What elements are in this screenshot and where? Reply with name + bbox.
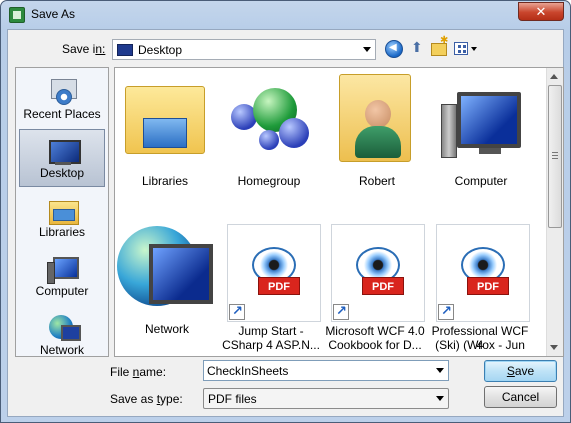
- item-label-line2: Cookbook for D...: [328, 338, 422, 352]
- place-label: Network: [39, 343, 84, 357]
- up-folder-icon[interactable]: [409, 39, 427, 58]
- item-homegroup[interactable]: Homegroup: [219, 68, 319, 188]
- item-robert[interactable]: Robert: [327, 68, 427, 188]
- window-title: Save As: [31, 7, 76, 21]
- cancel-button[interactable]: Cancel: [484, 386, 557, 408]
- save-as-type-label: Save as type:: [110, 392, 183, 406]
- item-label: Robert: [358, 174, 396, 188]
- back-arrow-icon[interactable]: [385, 40, 403, 58]
- dialog-body: Save in: Desktop Recent Places Desktop L…: [7, 29, 564, 417]
- chevron-down-icon[interactable]: [436, 396, 444, 401]
- network-globe-icon: [117, 226, 217, 316]
- save-in-combo[interactable]: Desktop: [112, 39, 376, 60]
- item-label: Network: [144, 322, 189, 336]
- item-label: Libraries: [141, 174, 189, 188]
- item-label-line1: Jump Start -: [238, 324, 304, 338]
- save-in-label: Save in:: [62, 42, 106, 56]
- item-pdf-wcf-cookbook[interactable]: PDF Microsoft WCF 4.0 Cookbook for D...: [325, 224, 425, 354]
- item-pdf-jump-start[interactable]: PDF Jump Start - CSharp 4 ASP.N...: [221, 224, 321, 354]
- chevron-down-icon[interactable]: [363, 47, 371, 52]
- item-network[interactable]: Network: [117, 218, 217, 348]
- place-desktop[interactable]: Desktop: [19, 129, 105, 187]
- pdf-shortcut-icon: PDF: [227, 224, 321, 322]
- pdf-shortcut-icon: PDF: [331, 224, 425, 322]
- item-label: Computer: [454, 174, 508, 188]
- item-label-line2: CSharp 4 ASP.N...: [222, 338, 320, 352]
- item-label-line2: (Ski) (Wrox - Jun ...: [435, 338, 525, 356]
- place-label: Recent Places: [23, 107, 101, 121]
- libraries-folder-icon: [121, 80, 209, 160]
- computer-icon: [47, 254, 79, 284]
- views-menu-icon[interactable]: [454, 40, 480, 58]
- chevron-down-icon[interactable]: [436, 368, 444, 373]
- save-as-type-value: PDF files: [208, 392, 257, 406]
- place-label: Desktop: [39, 166, 85, 180]
- computer-icon: [439, 86, 523, 166]
- place-label: Computer: [35, 284, 89, 298]
- item-label: Homegroup: [237, 174, 301, 188]
- file-name-input[interactable]: [204, 361, 424, 380]
- file-name-combo[interactable]: [203, 360, 449, 381]
- shortcut-arrow-icon: [333, 303, 349, 320]
- desktop-icon: [47, 136, 81, 166]
- item-pdf-professional-wcf[interactable]: PDF Professional WCF 4 (Ski) (Wrox - Jun…: [430, 224, 530, 356]
- new-folder-icon[interactable]: [431, 35, 448, 56]
- pdf-shortcut-icon: PDF: [436, 224, 530, 322]
- place-network[interactable]: Network: [19, 306, 105, 364]
- places-bar: Recent Places Desktop Libraries Computer…: [15, 67, 109, 357]
- recent-places-icon: [47, 77, 79, 107]
- scroll-thumb[interactable]: [548, 85, 562, 228]
- item-label-line1: Microsoft WCF 4.0: [325, 324, 425, 338]
- save-in-value: Desktop: [138, 43, 183, 57]
- place-computer[interactable]: Computer: [19, 247, 105, 305]
- item-computer[interactable]: Computer: [431, 68, 531, 188]
- save-button[interactable]: Save: [484, 360, 557, 382]
- desktop-icon: [117, 44, 133, 56]
- item-libraries[interactable]: Libraries: [115, 68, 215, 188]
- place-label: Libraries: [38, 225, 86, 239]
- shortcut-arrow-icon: [438, 303, 454, 320]
- user-folder-icon: [335, 68, 419, 166]
- save-as-dialog: Save As ✕ Save in: Desktop Recent Places…: [0, 0, 571, 423]
- vertical-scrollbar[interactable]: [546, 68, 563, 356]
- place-recent-places[interactable]: Recent Places: [19, 70, 105, 128]
- save-as-type-select[interactable]: PDF files: [203, 388, 449, 409]
- homegroup-icon: [225, 82, 313, 162]
- place-libraries[interactable]: Libraries: [19, 188, 105, 246]
- shortcut-arrow-icon: [229, 303, 245, 320]
- scroll-up-icon[interactable]: [550, 74, 558, 79]
- network-icon: [47, 313, 81, 343]
- title-bar[interactable]: Save As ✕: [1, 1, 570, 29]
- file-view[interactable]: Libraries Homegroup Robert Computer Netw…: [114, 67, 564, 357]
- libraries-icon: [47, 195, 79, 225]
- app-icon: [9, 7, 25, 23]
- file-name-label: File name:: [110, 365, 167, 379]
- close-button[interactable]: ✕: [518, 2, 564, 21]
- scroll-down-icon[interactable]: [550, 345, 558, 350]
